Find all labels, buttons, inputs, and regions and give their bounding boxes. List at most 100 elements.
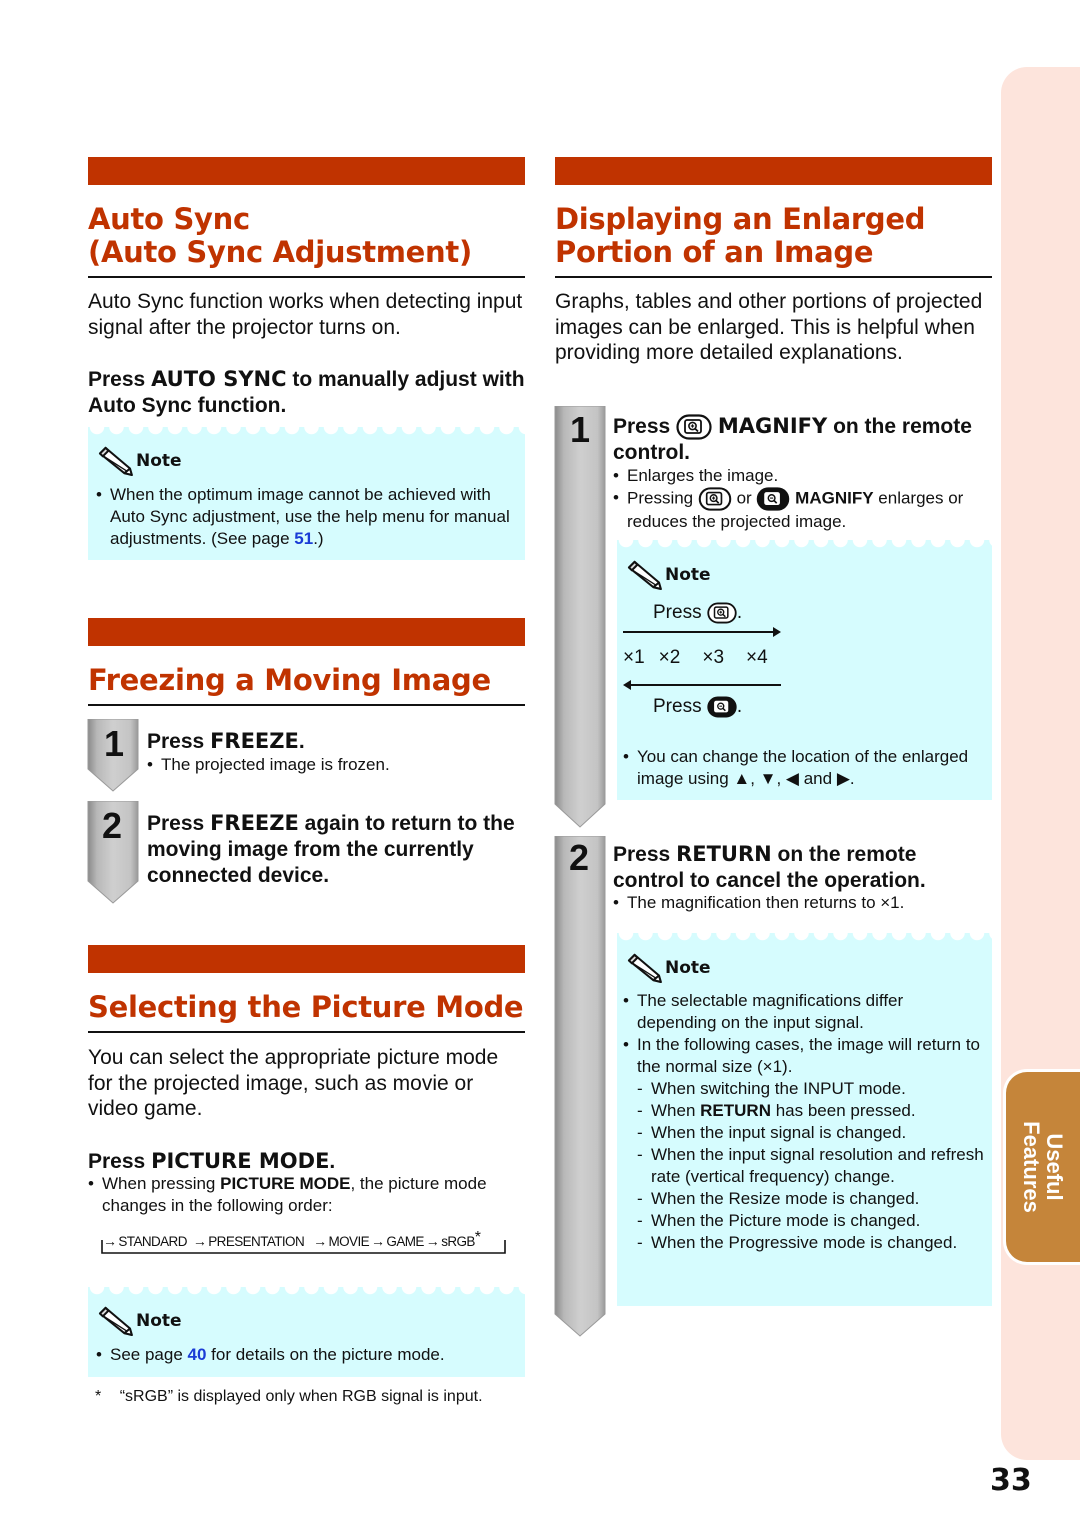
note-text: See page 40 for details on the picture m… [96, 1344, 516, 1366]
press-enlarge: Press . [653, 602, 742, 624]
magnify-reduce-icon [756, 487, 790, 511]
pencil-icon [96, 446, 134, 476]
text: When switching the INPUT mode. [651, 1079, 906, 1098]
note-text: You can change the location of the enlar… [623, 746, 983, 790]
footnote: * “sRGB” is displayed only when RGB sign… [95, 1386, 483, 1408]
text: When the input signal resolution and ref… [651, 1145, 984, 1186]
step-number: 2 [569, 837, 590, 878]
step-marker [554, 836, 606, 1337]
level: ×4 [746, 647, 768, 668]
note-box: Note See page 40 for details on the pict… [88, 1287, 525, 1377]
mode-cycle-loop [101, 1240, 506, 1254]
case-item: When RETURN has been pressed. [623, 1100, 985, 1122]
pencil-icon [96, 1306, 134, 1336]
tab-label-line: Features [1019, 1121, 1044, 1213]
title-line: Displaying an Enlarged [555, 202, 926, 236]
key-name: RETURN [700, 1101, 771, 1120]
bullet-text: The projected image is frozen. [147, 754, 390, 776]
case-item: When the Progressive mode is changed. [623, 1232, 985, 1254]
text: When the Progressive mode is changed. [651, 1233, 958, 1252]
text: Press [653, 696, 702, 718]
note-text: The selectable magnifications differ dep… [623, 990, 985, 1254]
text: When the input signal is changed. [651, 1123, 907, 1142]
tab-label: Useful Features [1019, 1121, 1067, 1213]
text: Press [147, 812, 211, 835]
text: .) [313, 529, 324, 548]
step-number: 2 [102, 805, 123, 846]
level: ×2 [658, 647, 681, 668]
magnification-levels: ×1 ×2 ×3 ×4 [623, 647, 768, 669]
arrow-right-icon [623, 627, 781, 637]
text: Press [613, 415, 677, 438]
section-bar [88, 618, 525, 646]
footnote-text: “sRGB” is displayed only when RGB signal… [119, 1388, 483, 1405]
key-name: PICTURE MODE [151, 1149, 330, 1173]
case-item: When the input signal resolution and ref… [623, 1144, 985, 1188]
note-label: Note [136, 1311, 182, 1331]
magnify-intro: Graphs, tables and other portions of pro… [555, 290, 983, 364]
scallop-edge [617, 540, 992, 550]
magnify-step-1-bullets: Enlarges the image. Pressing or MAGNIFY … [613, 465, 993, 533]
text: Pressing [627, 488, 698, 508]
key-name: RETURN [676, 842, 772, 866]
text: When pressing [102, 1174, 221, 1193]
text: Press [613, 843, 677, 866]
case-item: When the Picture mode is changed. [623, 1210, 985, 1232]
scallop-edge [617, 933, 992, 943]
page-link[interactable]: 40 [188, 1345, 207, 1364]
text: See page [110, 1345, 188, 1364]
bullet-text: You can change the location of the enlar… [623, 746, 983, 790]
text: When the Picture mode is changed. [651, 1211, 921, 1230]
title-line: Portion of an Image [555, 235, 874, 269]
text: Press [88, 368, 152, 391]
key-name: AUTO SYNC [151, 367, 287, 391]
note-header: Note [625, 560, 711, 590]
picture-mode-bullet: When pressing PICTURE MODE, the picture … [88, 1173, 508, 1217]
note-label: Note [665, 958, 711, 978]
text: for details on the picture mode. [206, 1345, 445, 1364]
title-rule [555, 276, 992, 278]
freeze-step-1: Press FREEZE. [147, 728, 527, 755]
page-number: 33 [990, 1463, 1032, 1498]
title-rule [88, 1031, 525, 1033]
auto-sync-instruction: Press AUTO SYNC to manually adjust with … [88, 366, 528, 419]
magnify-enlarge-icon [707, 602, 737, 624]
note-text: When the optimum image cannot be achieve… [96, 484, 516, 550]
step-number: 1 [104, 723, 125, 764]
title-line: (Auto Sync Adjustment) [88, 235, 472, 269]
magnify-enlarge-icon [698, 487, 732, 511]
section-bar [88, 157, 525, 185]
bullet: The projected image is frozen. [147, 754, 390, 776]
page-link[interactable]: 51 [294, 529, 313, 548]
text: . [736, 696, 743, 718]
note-header: Note [96, 446, 182, 476]
section-bar [88, 945, 525, 973]
text: Press [653, 602, 702, 624]
footnote-mark: * [95, 1388, 102, 1405]
note-box: Note The selectable magnifications diffe… [617, 933, 992, 1306]
text: When [651, 1101, 701, 1120]
scallop-edge [88, 1287, 525, 1297]
text: has been pressed. [770, 1101, 916, 1120]
section-bar [555, 157, 992, 185]
text: or [731, 488, 757, 508]
pencil-icon [625, 953, 663, 983]
bullet-text: The magnification then returns to ×1. [613, 892, 993, 914]
picture-mode-intro: You can select the appropriate picture m… [88, 1046, 499, 1120]
step-number: 1 [570, 409, 591, 450]
key-name: MAGNIFY [795, 488, 874, 508]
freeze-title: Freezing a Moving Image [88, 663, 491, 697]
auto-sync-title: Auto Sync (Auto Sync Adjustment) [88, 203, 472, 269]
text: . [329, 1150, 336, 1173]
key-name: FREEZE [210, 729, 299, 753]
note-label: Note [136, 451, 182, 471]
magnify-reduce-icon [707, 696, 737, 718]
tab-useful-features[interactable]: Useful Features [1003, 1069, 1080, 1265]
text: When the Resize mode is changed. [651, 1189, 920, 1208]
case-item: When switching the INPUT mode. [623, 1078, 985, 1100]
text: . [298, 730, 305, 753]
title-line: Auto Sync [88, 202, 250, 236]
text: Press [88, 1150, 152, 1173]
text: . [736, 602, 743, 624]
note-header: Note [96, 1306, 182, 1336]
